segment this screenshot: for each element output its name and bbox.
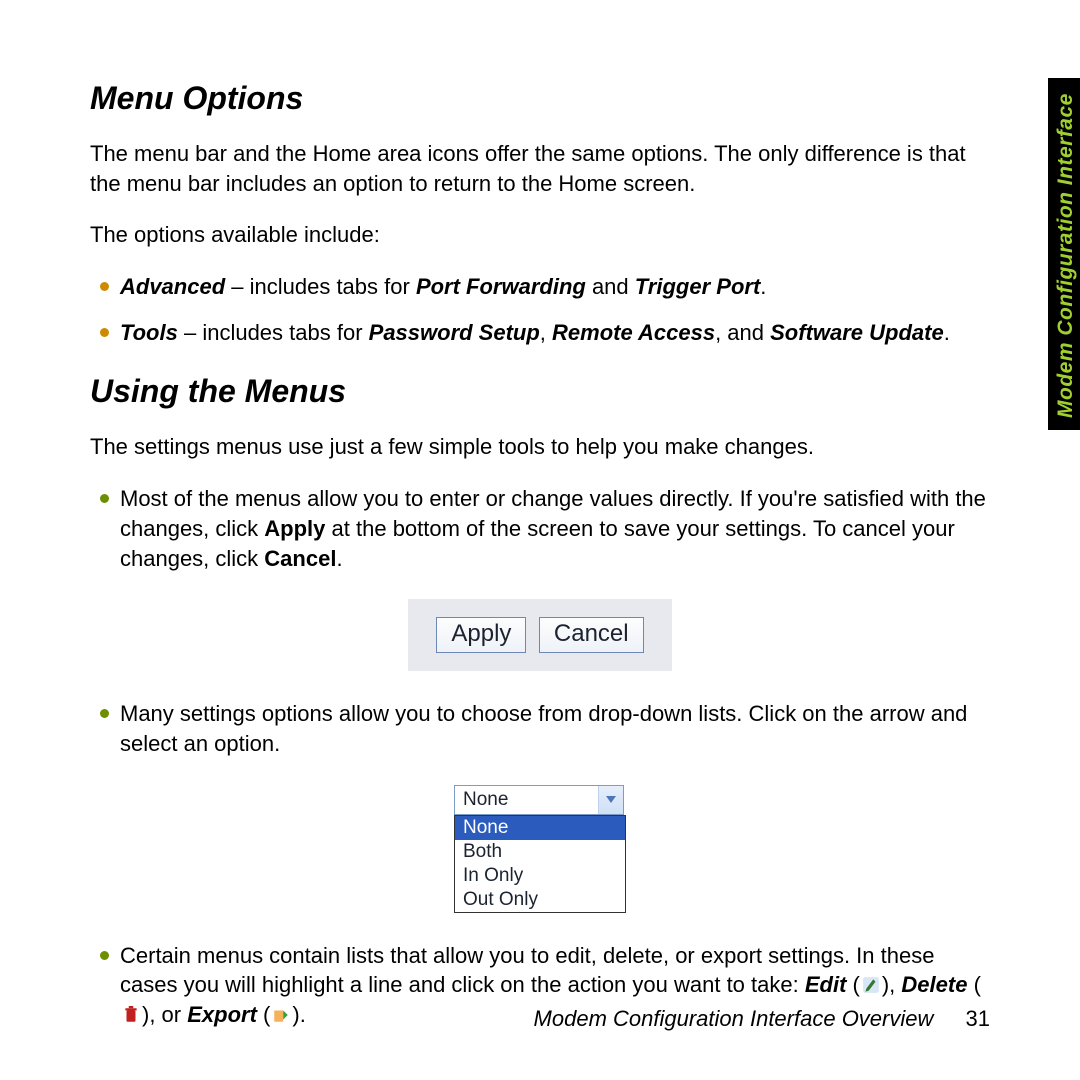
export-icon	[272, 1002, 290, 1020]
option-label: Advanced	[120, 274, 225, 299]
apply-button[interactable]: Apply	[436, 617, 526, 653]
dropdown-option[interactable]: Out Only	[455, 888, 625, 912]
dropdown-option[interactable]: In Only	[455, 864, 625, 888]
section-tab: Modem Configuration Interface	[1048, 78, 1080, 430]
list-item: Many settings options allow you to choos…	[90, 699, 990, 758]
figure-box: Apply Cancel	[408, 599, 671, 671]
heading-using-menus: Using the Menus	[90, 373, 990, 410]
chevron-down-icon[interactable]	[598, 786, 623, 814]
footer-title: Modem Configuration Interface Overview	[534, 1006, 934, 1031]
heading-menu-options: Menu Options	[90, 80, 990, 117]
list-item: Most of the menus allow you to enter or …	[90, 484, 990, 573]
using-menus-list: Most of the menus allow you to enter or …	[90, 484, 990, 573]
option-label: Tools	[120, 320, 178, 345]
dropdown-option[interactable]: Both	[455, 840, 625, 864]
list-item: Advanced – includes tabs for Port Forwar…	[90, 272, 990, 302]
using-menus-list-2: Many settings options allow you to choos…	[90, 699, 990, 758]
trash-icon	[122, 1002, 140, 1020]
edit-icon	[862, 972, 880, 990]
list-item: Tools – includes tabs for Password Setup…	[90, 318, 990, 348]
figure-dropdown: None None Both In Only Out Only	[90, 785, 990, 913]
options-list: Advanced – includes tabs for Port Forwar…	[90, 272, 990, 347]
dropdown-selected-value: None	[455, 786, 598, 814]
page-footer: Modem Configuration Interface Overview 3…	[534, 1006, 990, 1032]
cancel-button[interactable]: Cancel	[539, 617, 644, 653]
page-number: 31	[966, 1006, 990, 1031]
paragraph: The settings menus use just a few simple…	[90, 432, 990, 462]
paragraph: The options available include:	[90, 220, 990, 250]
figure-buttons: Apply Cancel	[90, 599, 990, 671]
dropdown-list: None Both In Only Out Only	[454, 815, 626, 913]
dropdown-option[interactable]: None	[455, 816, 625, 840]
dropdown-select[interactable]: None	[454, 785, 624, 815]
paragraph: The menu bar and the Home area icons off…	[90, 139, 990, 198]
section-tab-label: Modem Configuration Interface	[1054, 88, 1078, 418]
